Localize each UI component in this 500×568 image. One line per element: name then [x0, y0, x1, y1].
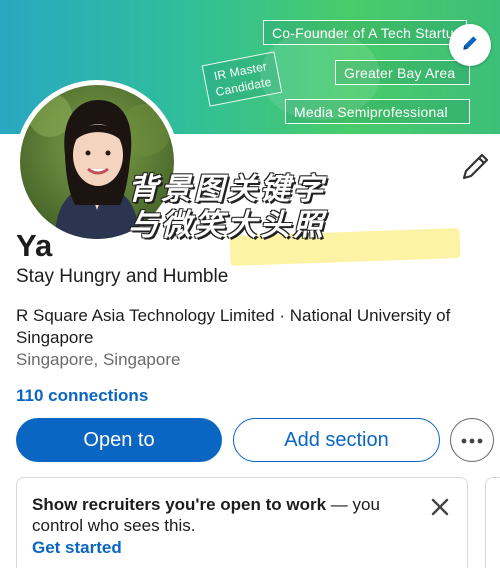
next-card-peek — [485, 477, 500, 568]
caption-overlay: 背景图关键字 与微笑大头照 — [128, 172, 393, 244]
open-to-button[interactable]: Open to — [16, 418, 222, 462]
banner-tag-bay-area: Greater Bay Area — [335, 60, 470, 85]
profile-location: Singapore, Singapore — [16, 350, 181, 369]
pencil-icon — [458, 153, 492, 188]
open-to-work-message: Show recruiters you're open to work — yo… — [32, 494, 412, 536]
close-icon — [427, 498, 453, 524]
banner-tag-ir: IR Master Candidate — [201, 51, 283, 107]
banner-tag-founder: Co-Founder of A Tech Startup — [263, 20, 467, 45]
caption-line-1: 背景图关键字 — [128, 172, 326, 207]
more-horizontal-icon — [461, 431, 483, 449]
edit-banner-button[interactable] — [449, 24, 491, 66]
open-to-work-bold: Show recruiters you're open to work — [32, 495, 327, 514]
get-started-link[interactable]: Get started — [32, 538, 122, 558]
profile-headline: Stay Hungry and Humble — [16, 266, 229, 287]
edit-intro-button[interactable] — [458, 150, 492, 184]
add-section-button[interactable]: Add section — [233, 418, 440, 462]
dismiss-card-button[interactable] — [427, 494, 453, 520]
connections-link[interactable]: 110 connections — [16, 386, 148, 406]
profile-name: Ya — [16, 228, 53, 263]
banner-tag-media: Media Semiprofessional — [285, 99, 470, 124]
pencil-icon — [460, 33, 480, 58]
caption-line-2: 与微笑大头照 — [128, 208, 326, 243]
more-actions-button[interactable] — [450, 418, 494, 462]
profile-company-education[interactable]: R Square Asia Technology Limited · Natio… — [16, 305, 486, 349]
open-to-work-card: Show recruiters you're open to work — yo… — [16, 477, 468, 568]
